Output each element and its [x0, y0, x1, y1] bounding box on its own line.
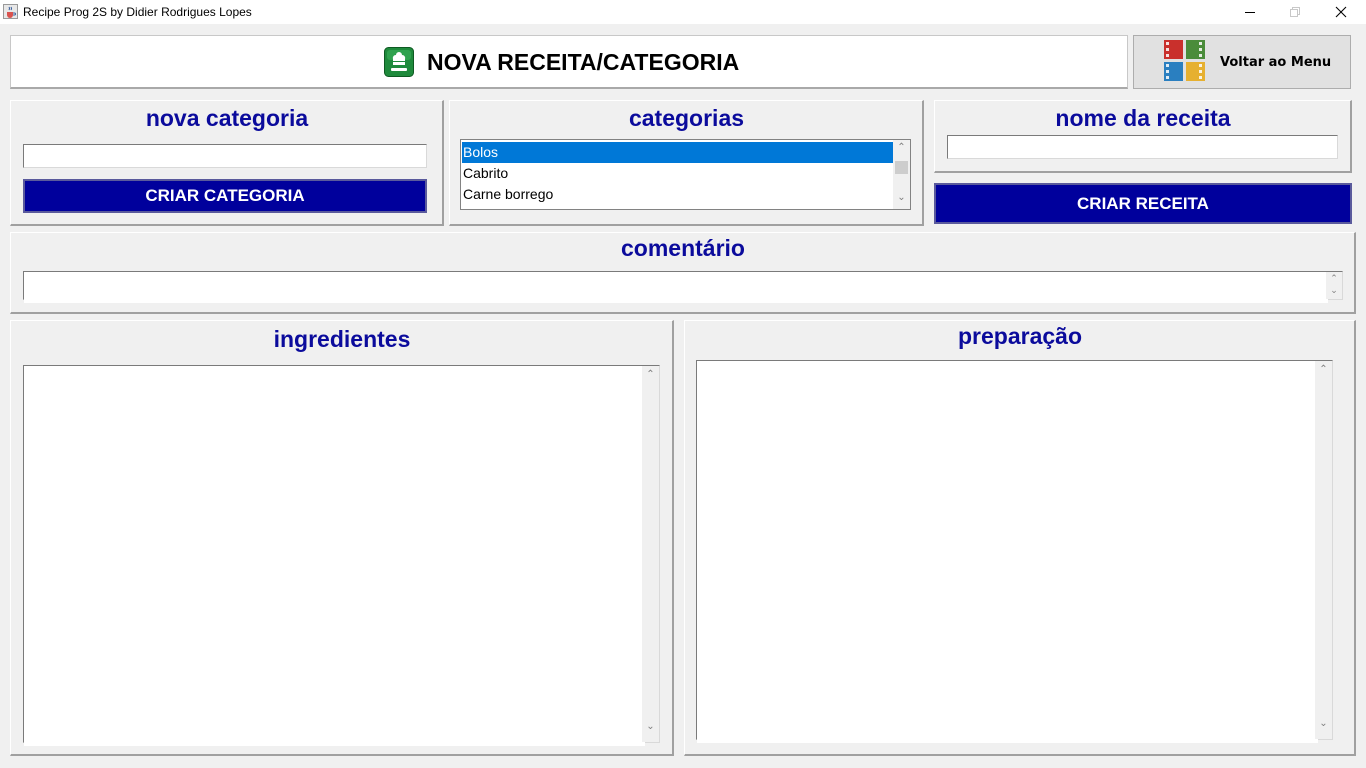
maximize-button[interactable]	[1272, 0, 1318, 24]
nome-receita-input-field[interactable]	[948, 136, 1337, 158]
nova-categoria-input-field[interactable]	[24, 145, 426, 167]
list-item-bolos[interactable]: Bolos	[462, 142, 893, 163]
comentario-title: comentário	[621, 235, 745, 261]
nome-receita-title: nome da receita	[1055, 105, 1231, 131]
scroll-up-icon[interactable]: ⌃	[1326, 273, 1342, 284]
scroll-up-icon[interactable]: ⌃	[1315, 364, 1332, 375]
categorias-title: categorias	[628, 105, 745, 131]
scroll-up-icon[interactable]: ⌃	[893, 142, 910, 153]
page-title: NOVA RECEITA/CATEGORIA	[427, 49, 740, 75]
scroll-down-icon[interactable]: ⌄	[642, 721, 659, 732]
scroll-down-icon[interactable]: ⌄	[1315, 718, 1332, 729]
scroll-thumb[interactable]	[895, 161, 908, 174]
scroll-down-icon[interactable]: ⌄	[893, 192, 910, 203]
window-title: Recipe Prog 2S by Didier Rodrigues Lopes	[23, 5, 252, 19]
preparacao-title: preparação	[957, 323, 1082, 349]
ingredientes-textarea[interactable]: ⌃ ⌄	[23, 365, 660, 746]
nova-categoria-title: nova categoria	[145, 105, 309, 131]
comentario-scrollbar[interactable]: ⌃ ⌄	[1326, 272, 1342, 299]
criar-receita-button[interactable]: CRIAR RECEITA	[934, 183, 1352, 224]
criar-categoria-button[interactable]: CRIAR CATEGORIA	[23, 179, 427, 213]
comentario-textarea[interactable]: ⌃ ⌄	[23, 271, 1343, 303]
categorias-scrollbar[interactable]: ⌃ ⌄	[893, 140, 910, 209]
ingredientes-scrollbar[interactable]: ⌃ ⌄	[642, 366, 659, 742]
preparacao-input[interactable]	[697, 361, 1318, 743]
java-cup-icon	[3, 4, 18, 19]
list-item-cabrito[interactable]: Cabrito	[462, 163, 893, 184]
nome-receita-input[interactable]	[947, 135, 1338, 159]
minimize-icon	[1245, 12, 1255, 13]
categorias-list[interactable]: Bolos Cabrito Carne borrego	[460, 139, 911, 210]
preparacao-scrollbar[interactable]: ⌃ ⌄	[1315, 361, 1332, 739]
back-to-menu-label: Voltar ao Menu	[1220, 55, 1332, 70]
scroll-up-icon[interactable]: ⌃	[642, 369, 659, 380]
preparacao-textarea[interactable]: ⌃ ⌄	[696, 360, 1333, 743]
restore-icon	[1290, 7, 1300, 17]
list-item-carne-borrego[interactable]: Carne borrego	[462, 184, 893, 205]
ingredientes-input[interactable]	[24, 366, 645, 746]
nova-categoria-input[interactable]	[23, 144, 427, 168]
menu-grid-icon	[1162, 38, 1208, 84]
scroll-down-icon[interactable]: ⌄	[1326, 285, 1342, 296]
ingredientes-title: ingredientes	[273, 326, 411, 352]
close-button[interactable]	[1318, 0, 1364, 24]
close-icon	[1335, 6, 1347, 18]
comentario-input[interactable]	[24, 272, 1328, 303]
minimize-button[interactable]	[1227, 0, 1273, 24]
chef-hat-icon	[384, 47, 414, 77]
